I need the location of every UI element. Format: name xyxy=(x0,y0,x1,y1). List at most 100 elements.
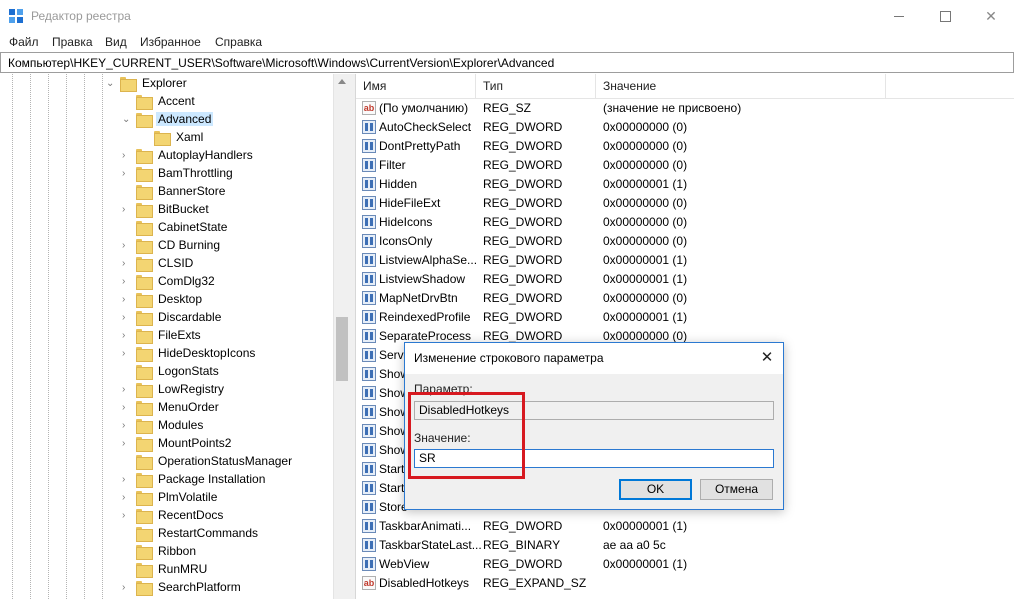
expand-chevron-icon[interactable]: › xyxy=(122,295,132,305)
expand-chevron-icon[interactable]: › xyxy=(122,277,132,287)
expand-chevron-icon[interactable]: › xyxy=(122,439,132,449)
expand-chevron-icon[interactable]: › xyxy=(122,385,132,395)
binary-value-icon xyxy=(362,538,376,552)
value-row[interactable]: HideIcons REG_DWORD 0x00000000 (0) xyxy=(356,213,1014,232)
value-row[interactable]: IconsOnly REG_DWORD 0x00000000 (0) xyxy=(356,232,1014,251)
string-value-icon: ab xyxy=(362,576,376,590)
menu-edit[interactable]: Правка xyxy=(52,35,93,49)
value-row[interactable]: ab (По умолчанию) REG_SZ (значение не присв… xyxy=(356,99,1014,118)
expand-chevron-icon[interactable]: › xyxy=(122,259,132,269)
value-row[interactable]: ReindexedProfile REG_DWORD 0x00000001 (1) xyxy=(356,308,1014,327)
scroll-up-icon[interactable] xyxy=(338,79,346,84)
value-row[interactable]: HideFileExt REG_DWORD 0x00000000 (0) xyxy=(356,194,1014,213)
value-row[interactable]: DontPrettyPath REG_DWORD 0x00000000 (0) xyxy=(356,137,1014,156)
value-row[interactable]: Hidden REG_DWORD 0x00000001 (1) xyxy=(356,175,1014,194)
expand-chevron-icon[interactable]: › xyxy=(122,403,132,413)
tree-item-label: AutoplayHandlers xyxy=(158,148,253,162)
folder-icon xyxy=(136,563,153,578)
folder-icon xyxy=(136,509,153,524)
tree-item-label: RestartCommands xyxy=(158,526,259,540)
column-header-name[interactable]: Имя xyxy=(356,74,476,98)
value-data: 0x00000001 (1) xyxy=(603,310,688,324)
folder-icon xyxy=(136,311,153,326)
folder-icon xyxy=(136,239,153,254)
values-list[interactable]: Имя Тип Значение ab (По умолчанию) REG_SZ(… xyxy=(356,74,1014,599)
expand-chevron-icon[interactable]: › xyxy=(122,205,132,215)
value-row[interactable]: TaskbarAnimati... REG_DWORD 0x00000001 (1) xyxy=(356,517,1014,536)
expand-chevron-icon[interactable]: › xyxy=(122,151,132,161)
folder-icon xyxy=(120,77,137,92)
value-data: 0x00000001 (1) xyxy=(603,177,688,191)
key-tree[interactable]: ⌄ Explorer Accent ⌄ Advanced Xaml › AutoplayHan… xyxy=(0,74,350,599)
folder-icon xyxy=(136,149,153,164)
menu-help[interactable]: Справка xyxy=(215,35,262,49)
value-type: REG_SZ xyxy=(483,101,532,115)
binary-value-icon xyxy=(362,291,376,305)
collapse-chevron-icon[interactable]: ⌄ xyxy=(106,79,116,89)
value-row[interactable]: AutoCheckSelect REG_DWORD 0x00000000 (0) xyxy=(356,118,1014,137)
expand-chevron-icon[interactable]: › xyxy=(122,475,132,485)
value-row[interactable]: Filter REG_DWORD 0x00000000 (0) xyxy=(356,156,1014,175)
cancel-button[interactable]: Отмена xyxy=(700,479,773,500)
menu-favorites[interactable]: Избранное xyxy=(140,35,201,49)
value-name: MapNetDrvBtn xyxy=(379,291,458,305)
value-data: 0x00000000 (0) xyxy=(603,120,688,134)
tree-item-label: Xaml xyxy=(176,130,204,144)
dialog-close-button[interactable]: ✕ xyxy=(755,347,779,369)
value-row[interactable]: ListviewAlphaSe... REG_DWORD 0x00000001 (1… xyxy=(356,251,1014,270)
value-type: REG_DWORD xyxy=(483,519,563,533)
tree-scrollbar[interactable] xyxy=(333,74,350,599)
column-header-data[interactable]: Значение xyxy=(596,74,886,98)
tree-item-label: Advanced xyxy=(156,112,214,126)
value-type: REG_DWORD xyxy=(483,291,563,305)
address-path[interactable]: Компьютер\HKEY_CURRENT_USER\Software\Mic… xyxy=(8,56,554,70)
value-data: 0x00000000 (0) xyxy=(603,234,688,248)
expand-chevron-icon[interactable]: › xyxy=(122,331,132,341)
value-row[interactable]: MapNetDrvBtn REG_DWORD 0x00000000 (0) xyxy=(356,289,1014,308)
value-data: 0x00000001 (1) xyxy=(603,557,688,571)
menu-file[interactable]: Файл xyxy=(9,35,39,49)
ok-button[interactable]: OK xyxy=(619,479,692,500)
menu-bar: Файл Правка Вид Избранное Справка xyxy=(0,32,1014,52)
binary-value-icon xyxy=(362,519,376,533)
no-expander xyxy=(122,187,132,197)
address-bar[interactable]: Компьютер\HKEY_CURRENT_USER\Software\Mic… xyxy=(0,52,1014,73)
folder-icon xyxy=(136,203,153,218)
column-header-type[interactable]: Тип xyxy=(476,74,596,98)
collapse-chevron-icon[interactable]: ⌄ xyxy=(122,115,132,125)
expand-chevron-icon[interactable]: › xyxy=(122,349,132,359)
no-expander xyxy=(140,133,150,143)
value-row[interactable]: ab DisabledHotkeys REG_EXPAND_SZ xyxy=(356,574,1014,593)
value-name: IconsOnly xyxy=(379,234,433,248)
value-type: REG_DWORD xyxy=(483,234,563,248)
value-name: DontPrettyPath xyxy=(379,139,461,153)
maximize-button[interactable] xyxy=(922,0,968,32)
binary-value-icon xyxy=(362,481,376,495)
expand-chevron-icon[interactable]: › xyxy=(122,511,132,521)
binary-value-icon xyxy=(362,234,376,248)
value-name: HideIcons xyxy=(379,215,433,229)
expand-chevron-icon[interactable]: › xyxy=(122,169,132,179)
folder-icon xyxy=(136,257,153,272)
value-type: REG_DWORD xyxy=(483,215,563,229)
value-name: Filter xyxy=(379,158,406,172)
value-row[interactable]: WebView REG_DWORD 0x00000001 (1) xyxy=(356,555,1014,574)
minimize-button[interactable] xyxy=(876,0,922,32)
value-type: REG_DWORD xyxy=(483,196,563,210)
value-type: REG_DWORD xyxy=(483,158,563,172)
expand-chevron-icon[interactable]: › xyxy=(122,241,132,251)
value-data: 0x00000000 (0) xyxy=(603,329,688,343)
folder-icon xyxy=(136,581,153,596)
close-window-button[interactable]: ✕ xyxy=(968,0,1014,32)
scroll-thumb[interactable] xyxy=(336,317,348,381)
expand-chevron-icon[interactable]: › xyxy=(122,493,132,503)
string-value-icon: ab xyxy=(362,101,376,115)
value-data: ae aa a0 5c xyxy=(603,538,666,552)
value-name: DisabledHotkeys xyxy=(379,576,470,590)
expand-chevron-icon[interactable]: › xyxy=(122,583,132,593)
expand-chevron-icon[interactable]: › xyxy=(122,313,132,323)
menu-view[interactable]: Вид xyxy=(105,35,127,49)
expand-chevron-icon[interactable]: › xyxy=(122,421,132,431)
value-row[interactable]: TaskbarStateLast... REG_BINARY ae aa a0 5c xyxy=(356,536,1014,555)
value-row[interactable]: ListviewShadow REG_DWORD 0x00000001 (1) xyxy=(356,270,1014,289)
